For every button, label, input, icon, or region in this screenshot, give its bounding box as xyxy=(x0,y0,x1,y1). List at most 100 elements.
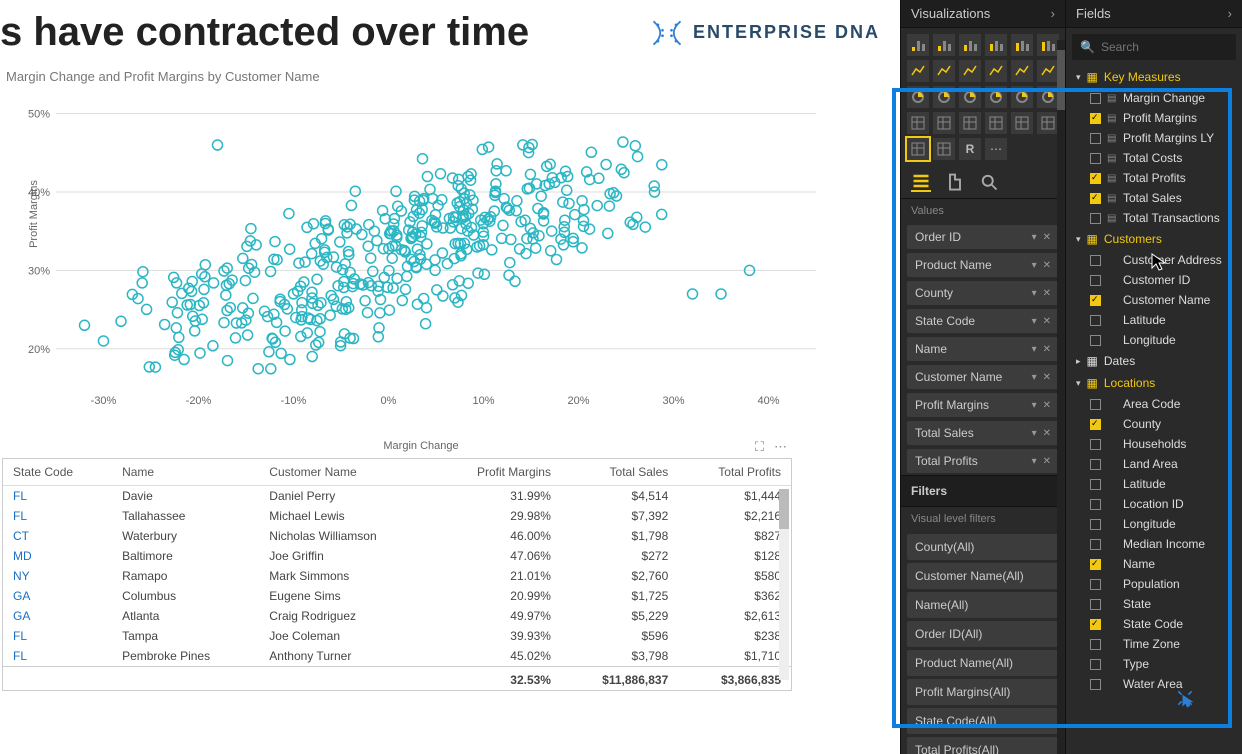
value-well[interactable]: State Code▾✕ xyxy=(907,309,1059,333)
field-group-dates[interactable]: ▸▦Dates xyxy=(1070,350,1238,372)
checkbox[interactable] xyxy=(1090,173,1101,184)
column-header[interactable]: Total Profits xyxy=(678,459,791,486)
value-well[interactable]: County▾✕ xyxy=(907,281,1059,305)
table-row[interactable]: NYRamapoMark Simmons21.01%$2,760$580 xyxy=(3,566,791,586)
viz-type-matrix[interactable] xyxy=(933,138,955,160)
checkbox[interactable] xyxy=(1090,133,1101,144)
checkbox[interactable] xyxy=(1090,659,1101,670)
viz-type-multi-card[interactable] xyxy=(985,112,1007,134)
chevron-down-icon[interactable]: ▾ xyxy=(1032,260,1037,271)
field-type[interactable]: Type xyxy=(1070,654,1238,674)
checkbox[interactable] xyxy=(1090,399,1101,410)
chevron-down-icon[interactable]: ▾ xyxy=(1032,232,1037,243)
viz-type-waterfall[interactable] xyxy=(1037,60,1059,82)
remove-icon[interactable]: ✕ xyxy=(1043,232,1051,243)
filter-item[interactable]: Profit Margins(All) xyxy=(907,679,1059,705)
filter-item[interactable]: Product Name(All) xyxy=(907,650,1059,676)
field-median-income[interactable]: Median Income xyxy=(1070,534,1238,554)
filter-item[interactable]: Order ID(All) xyxy=(907,621,1059,647)
field-total-costs[interactable]: ▤Total Costs xyxy=(1070,148,1238,168)
checkbox[interactable] xyxy=(1090,559,1101,570)
viz-type-kpi[interactable] xyxy=(1011,112,1033,134)
viz-type-map[interactable] xyxy=(1011,86,1033,108)
more-options-icon[interactable]: ⋯ xyxy=(774,439,787,455)
table-row[interactable]: GAColumbusEugene Sims20.99%$1,725$362 xyxy=(3,586,791,606)
checkbox[interactable] xyxy=(1090,255,1101,266)
checkbox[interactable] xyxy=(1090,213,1101,224)
table-row[interactable]: FLDavieDaniel Perry31.99%$4,514$1,444 xyxy=(3,486,791,507)
filter-item[interactable]: State Code(All) xyxy=(907,708,1059,734)
viz-type-clustered-col[interactable] xyxy=(985,34,1007,56)
viz-type-treemap[interactable] xyxy=(985,86,1007,108)
remove-icon[interactable]: ✕ xyxy=(1043,260,1051,271)
column-header[interactable]: State Code xyxy=(3,459,112,486)
checkbox[interactable] xyxy=(1090,419,1101,430)
field-households[interactable]: Households xyxy=(1070,434,1238,454)
checkbox[interactable] xyxy=(1090,439,1101,450)
table-row[interactable]: FLTampaJoe Coleman39.93%$596$238 xyxy=(3,626,791,646)
value-well[interactable]: Order ID▾✕ xyxy=(907,225,1059,249)
fields-search[interactable]: 🔍 xyxy=(1072,34,1236,60)
viz-type-gauge[interactable] xyxy=(933,112,955,134)
fields-header[interactable]: Fields› xyxy=(1066,0,1242,28)
field-group-customers[interactable]: ▾▦Customers xyxy=(1070,228,1238,250)
checkbox[interactable] xyxy=(1090,479,1101,490)
table-row[interactable]: CTWaterburyNicholas Williamson46.00%$1,7… xyxy=(3,526,791,546)
field-customer-id[interactable]: Customer ID xyxy=(1070,270,1238,290)
viz-type-clustered-bar[interactable] xyxy=(933,34,955,56)
checkbox[interactable] xyxy=(1090,335,1101,346)
filter-item[interactable]: Customer Name(All) xyxy=(907,563,1059,589)
value-well[interactable]: Product Name▾✕ xyxy=(907,253,1059,277)
fields-tab[interactable] xyxy=(911,172,931,192)
column-header[interactable]: Name xyxy=(112,459,259,486)
viz-type-funnel[interactable] xyxy=(907,112,929,134)
remove-icon[interactable]: ✕ xyxy=(1043,372,1051,383)
filter-item[interactable]: County(All) xyxy=(907,534,1059,560)
table-scrollbar[interactable] xyxy=(779,489,789,680)
field-customer-address[interactable]: Customer Address xyxy=(1070,250,1238,270)
checkbox[interactable] xyxy=(1090,193,1101,204)
column-header[interactable]: Total Sales xyxy=(561,459,678,486)
remove-icon[interactable]: ✕ xyxy=(1043,456,1051,467)
field-total-sales[interactable]: ▤Total Sales xyxy=(1070,188,1238,208)
viz-type-table[interactable] xyxy=(907,138,929,160)
visualizations-header[interactable]: Visualizations› xyxy=(901,0,1065,28)
chevron-down-icon[interactable]: ▾ xyxy=(1032,400,1037,411)
focus-mode-icon[interactable]: ⛶ xyxy=(755,439,764,455)
field-time-zone[interactable]: Time Zone xyxy=(1070,634,1238,654)
viz-type-stacked-col[interactable] xyxy=(959,34,981,56)
value-well[interactable]: Total Sales▾✕ xyxy=(907,421,1059,445)
field-state[interactable]: State xyxy=(1070,594,1238,614)
table-row[interactable]: FLPembroke PinesAnthony Turner45.02%$3,7… xyxy=(3,646,791,667)
remove-icon[interactable]: ✕ xyxy=(1043,428,1051,439)
viz-type-line[interactable] xyxy=(907,60,929,82)
checkbox[interactable] xyxy=(1090,93,1101,104)
field-customer-name[interactable]: Customer Name xyxy=(1070,290,1238,310)
search-input[interactable] xyxy=(1101,40,1228,54)
checkbox[interactable] xyxy=(1090,499,1101,510)
viz-type-line-col2[interactable] xyxy=(1011,60,1033,82)
checkbox[interactable] xyxy=(1090,599,1101,610)
format-tab[interactable] xyxy=(945,172,965,192)
viz-type-card[interactable] xyxy=(959,112,981,134)
checkbox[interactable] xyxy=(1090,153,1101,164)
panel-scrollbar[interactable] xyxy=(1057,40,1065,754)
checkbox[interactable] xyxy=(1090,639,1101,650)
viz-type-slicer[interactable] xyxy=(1037,112,1059,134)
field-group-locations[interactable]: ▾▦Locations xyxy=(1070,372,1238,394)
checkbox[interactable] xyxy=(1090,295,1101,306)
checkbox[interactable] xyxy=(1090,519,1101,530)
remove-icon[interactable]: ✕ xyxy=(1043,344,1051,355)
checkbox[interactable] xyxy=(1090,539,1101,550)
field-county[interactable]: County xyxy=(1070,414,1238,434)
checkbox[interactable] xyxy=(1090,619,1101,630)
field-name[interactable]: Name xyxy=(1070,554,1238,574)
chevron-down-icon[interactable]: ▾ xyxy=(1032,456,1037,467)
viz-type-filled-map[interactable] xyxy=(1037,86,1059,108)
chevron-down-icon[interactable]: ▾ xyxy=(1032,372,1037,383)
remove-icon[interactable]: ✕ xyxy=(1043,400,1051,411)
value-well[interactable]: Profit Margins▾✕ xyxy=(907,393,1059,417)
viz-type-ribbon[interactable] xyxy=(1037,34,1059,56)
checkbox[interactable] xyxy=(1090,579,1101,590)
field-area-code[interactable]: Area Code xyxy=(1070,394,1238,414)
